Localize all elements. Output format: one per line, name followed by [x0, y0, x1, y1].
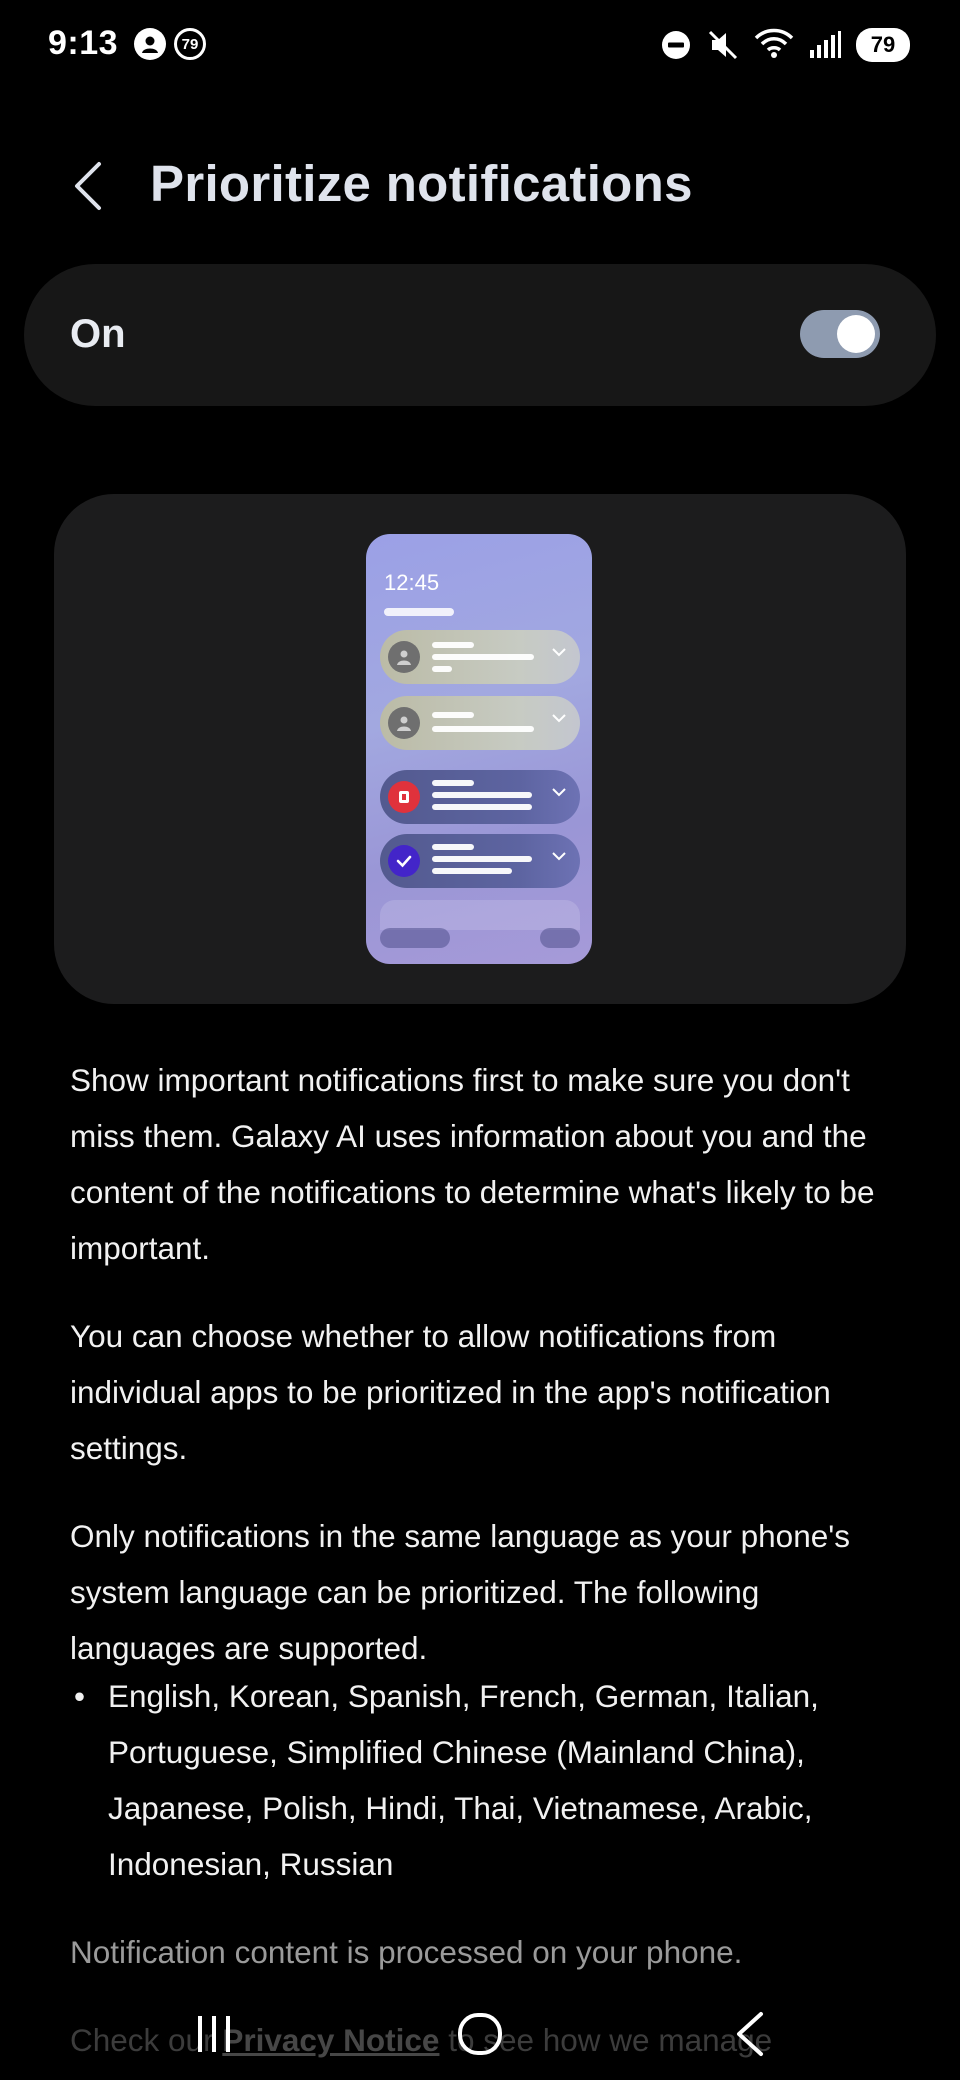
- description-paragraph-2: You can choose whether to allow notifica…: [70, 1318, 831, 1466]
- recents-button[interactable]: [174, 2004, 254, 2064]
- supported-languages-list: • English, Korean, Spanish, French, Germ…: [70, 1668, 910, 1892]
- page-title: Prioritize notifications: [150, 155, 693, 212]
- home-icon: [458, 2013, 502, 2055]
- status-bar: 9:13 79 79: [0, 0, 960, 90]
- illustration-button-right: [540, 928, 580, 948]
- illustration-notification-4: [380, 834, 580, 888]
- supported-languages: English, Korean, Spanish, French, German…: [108, 1678, 819, 1882]
- check-icon: [388, 845, 420, 877]
- chevron-left-icon: [75, 162, 101, 210]
- chevron-down-icon: [552, 648, 566, 657]
- nav-back-button[interactable]: [710, 2004, 790, 2064]
- app-icon-red: [388, 781, 420, 813]
- status-left-icons: 79: [134, 28, 206, 60]
- wifi-icon: [754, 26, 794, 63]
- phone-illustration: 12:45: [366, 534, 592, 964]
- illustration-faded-notification: [380, 900, 580, 930]
- illustration-notification-3: [380, 770, 580, 824]
- toggle-label: On: [70, 312, 126, 356]
- illustration-date-bar: [384, 608, 454, 616]
- description-paragraph-3: Only notifications in the same language …: [70, 1518, 850, 1666]
- signal-icon: [810, 30, 841, 58]
- back-icon: [737, 2012, 763, 2056]
- illustration-notification-1: [380, 630, 580, 684]
- processing-note: Notification content is processed on you…: [70, 1934, 743, 1970]
- status-time: 9:13: [48, 24, 119, 62]
- contact-icon: [388, 641, 420, 673]
- list-item: • English, Korean, Spanish, French, Germ…: [74, 1678, 819, 1882]
- illustration-time: 12:45: [384, 570, 440, 595]
- notification-count-badge: 79: [174, 28, 206, 60]
- description-paragraph-1: Show important notifications first to ma…: [70, 1062, 875, 1266]
- recents-icon: [198, 2016, 230, 2052]
- switch-knob: [837, 315, 875, 353]
- home-button[interactable]: [440, 2004, 520, 2064]
- contact-icon: [388, 707, 420, 739]
- chevron-down-icon: [552, 852, 566, 861]
- illustration-card: 12:45: [54, 494, 906, 1004]
- navigation-bar: [0, 1990, 960, 2080]
- chevron-down-icon: [552, 788, 566, 797]
- chevron-down-icon: [552, 714, 566, 723]
- status-right-icons: 79: [660, 26, 910, 63]
- illustration-button-left: [380, 928, 450, 948]
- battery-indicator: 79: [856, 27, 910, 62]
- account-icon: [134, 28, 166, 60]
- do-not-disturb-icon: [662, 30, 690, 59]
- back-button[interactable]: [64, 158, 112, 214]
- master-toggle-row[interactable]: On: [24, 264, 936, 406]
- illustration-notification-2: [380, 696, 580, 750]
- mute-icon: [708, 30, 738, 59]
- toggle-switch[interactable]: [800, 310, 880, 358]
